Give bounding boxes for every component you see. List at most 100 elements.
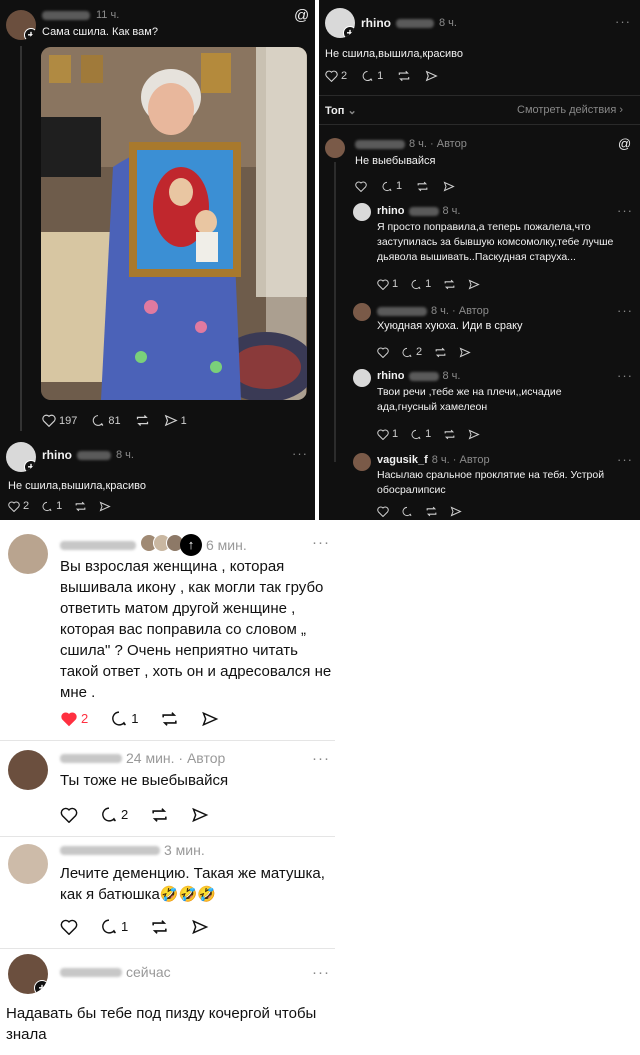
comment-actions	[377, 506, 462, 517]
share-button[interactable]	[99, 501, 111, 512]
comment-button[interactable]: 1	[410, 428, 431, 440]
send-icon	[443, 181, 455, 191]
post-time: 11 ч.	[96, 9, 120, 21]
follow-plus-icon[interactable]: +	[24, 460, 36, 472]
share-button[interactable]	[450, 506, 462, 517]
comment-avatar[interactable]	[353, 203, 371, 221]
comment-button[interactable]: 2	[401, 346, 422, 358]
follow-plus-icon[interactable]: +	[34, 980, 48, 994]
comment-button[interactable]: 1	[100, 918, 128, 935]
comment-button[interactable]	[401, 506, 413, 517]
more-options-icon[interactable]: ···	[292, 446, 308, 461]
heart-icon	[377, 279, 389, 290]
post-username[interactable]: rhino	[361, 16, 391, 30]
reactor-avatars[interactable]: ↑	[140, 534, 202, 556]
divider	[0, 836, 335, 837]
comment-avatar[interactable]	[353, 453, 371, 471]
sort-dropdown[interactable]: Топ ⌄	[325, 104, 357, 117]
comment-text: Насылаю сральное проклятие на тебя. Устр…	[377, 469, 605, 496]
comment-avatar[interactable]	[325, 138, 345, 158]
follow-plus-icon[interactable]: +	[24, 28, 36, 40]
repost-button[interactable]	[397, 70, 411, 82]
reply-username[interactable]: rhino	[42, 448, 72, 462]
reply-time: 8 ч.	[116, 449, 134, 461]
like-button[interactable]: 197	[42, 414, 77, 427]
comment-button[interactable]: 1	[410, 278, 431, 290]
like-count: 2	[341, 70, 348, 82]
reply-avatar[interactable]: +	[6, 442, 36, 472]
comment-avatar[interactable]	[353, 369, 371, 387]
comment-avatar[interactable]	[8, 750, 48, 790]
comment-avatar[interactable]	[353, 303, 371, 321]
share-button[interactable]	[191, 919, 209, 935]
author-avatar[interactable]: +	[6, 10, 36, 40]
share-button[interactable]	[443, 181, 455, 192]
repost-button[interactable]	[434, 347, 447, 358]
more-options-icon[interactable]: ···	[617, 203, 633, 218]
more-options-icon[interactable]: ···	[312, 964, 330, 981]
comment-avatar[interactable]	[8, 844, 48, 884]
comment-button[interactable]: 1	[110, 710, 138, 727]
like-count: 2	[81, 711, 89, 726]
share-button[interactable]	[201, 711, 219, 727]
like-button[interactable]: 2	[8, 500, 29, 512]
like-button[interactable]: 2	[325, 70, 347, 82]
comment-actions: 2 1	[60, 710, 219, 727]
repost-button[interactable]	[160, 711, 179, 727]
share-button[interactable]	[425, 70, 438, 82]
like-button[interactable]	[377, 506, 389, 517]
username-blur	[60, 540, 136, 550]
comment-username[interactable]: rhino	[377, 205, 405, 217]
like-button[interactable]	[60, 919, 78, 935]
send-icon	[192, 919, 209, 934]
view-activity-link[interactable]: Смотреть действия ›	[517, 104, 623, 116]
comment-count: 1	[425, 278, 432, 290]
post-photo[interactable]	[41, 47, 307, 400]
repost-button[interactable]	[135, 414, 150, 427]
threads-logo-icon[interactable]: @	[618, 136, 631, 151]
like-button[interactable]: 2	[60, 711, 88, 727]
like-button[interactable]	[60, 807, 78, 823]
post-text: Сама сшила. Как вам?	[42, 26, 158, 38]
share-button[interactable]	[468, 429, 480, 440]
comment-count: 1	[121, 919, 129, 934]
share-button[interactable]	[191, 807, 209, 823]
author-username-blurred[interactable]	[42, 10, 90, 20]
follow-plus-icon[interactable]: +	[343, 26, 355, 38]
post-avatar[interactable]: +	[325, 8, 355, 38]
repost-button[interactable]	[443, 429, 456, 440]
like-button[interactable]	[355, 181, 367, 192]
repost-button[interactable]	[150, 919, 169, 935]
repost-button[interactable]	[74, 501, 87, 512]
comment-button[interactable]: 1	[41, 500, 62, 512]
more-options-icon[interactable]: ···	[617, 452, 633, 467]
share-button[interactable]	[459, 347, 471, 358]
comment-button[interactable]: 1	[361, 70, 383, 82]
comment-avatar[interactable]	[8, 534, 48, 574]
share-button[interactable]	[468, 279, 480, 290]
comment-avatar[interactable]: +	[8, 954, 48, 994]
comment-username[interactable]: rhino	[377, 370, 405, 382]
more-options-icon[interactable]: ···	[615, 14, 631, 29]
like-button[interactable]	[377, 347, 389, 358]
comment-button[interactable]: 1	[381, 180, 402, 192]
comment-button[interactable]: 2	[100, 806, 128, 823]
comment-icon	[402, 506, 412, 517]
like-button[interactable]: 1	[377, 278, 398, 290]
like-button[interactable]: 1	[377, 428, 398, 440]
comment-button[interactable]: 81	[91, 414, 121, 427]
chevron-right-icon: ›	[619, 104, 624, 116]
like-count: 1	[392, 278, 399, 290]
comment-username[interactable]: vagusik_f	[377, 454, 428, 466]
repost-button[interactable]	[150, 807, 169, 823]
threads-logo-icon[interactable]: @	[294, 7, 309, 24]
more-options-icon[interactable]: ···	[617, 303, 633, 318]
more-options-icon[interactable]: ···	[617, 368, 633, 383]
repost-button[interactable]	[443, 279, 456, 290]
more-options-icon[interactable]: ···	[312, 750, 330, 767]
share-button[interactable]: 1	[164, 414, 187, 427]
repost-button[interactable]	[416, 181, 429, 192]
repost-button[interactable]	[425, 506, 438, 517]
comment-actions: 2	[377, 346, 471, 358]
more-options-icon[interactable]: ···	[312, 534, 330, 551]
